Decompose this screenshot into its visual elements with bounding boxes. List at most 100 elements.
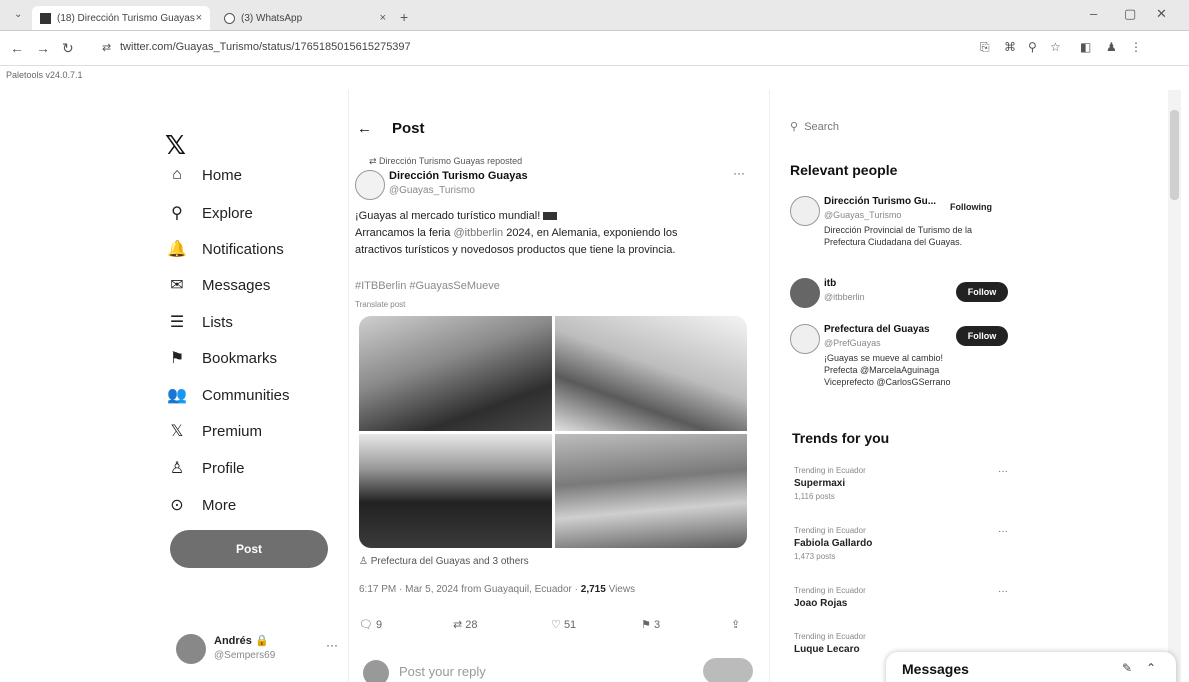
forward-arrow-icon[interactable]: →: [36, 40, 50, 56]
heart-icon: ♡: [551, 619, 561, 631]
search-icon: ⚲: [790, 121, 799, 133]
profile-icon[interactable]: ♟: [1106, 40, 1117, 54]
cast-icon[interactable]: ⎘: [980, 40, 990, 55]
post-text: ¡Guayas al mercado turístico mundial! Ar…: [355, 208, 725, 259]
browser-menu-icon[interactable]: ⋮: [1130, 40, 1142, 54]
post-text-line: ¡Guayas al mercado turístico mundial!: [355, 210, 541, 222]
url-field[interactable]: twitter.com/Guayas_Turismo/status/176518…: [120, 41, 411, 53]
trend-name: Fabiola Gallardo: [794, 538, 873, 549]
list-icon: ☰: [169, 314, 185, 331]
person-name: Prefectura del Guayas: [824, 324, 930, 335]
tab-close-icon[interactable]: ×: [380, 12, 386, 24]
author-name[interactable]: Dirección Turismo Guayas: [389, 170, 528, 182]
avatar[interactable]: [355, 170, 385, 200]
close-window-button[interactable]: ✕: [1156, 6, 1167, 22]
post-button[interactable]: Post: [170, 530, 328, 568]
post-photo[interactable]: [554, 433, 747, 548]
hashtag-links[interactable]: #ITBBerlin #GuayasSeMueve: [355, 280, 500, 292]
sidebar-item-messages[interactable]: ✉ Messages: [166, 275, 270, 295]
sidebar-item-explore[interactable]: ⚲ Explore: [166, 203, 253, 223]
minimize-button[interactable]: –: [1090, 6, 1097, 21]
trend-item[interactable]: Trending in Ecuador Fabiola Gallardo 1,4…: [794, 526, 1014, 570]
messages-drawer[interactable]: Messages ✎ ⌃: [886, 652, 1176, 682]
back-arrow-icon[interactable]: ←: [10, 40, 24, 56]
zoom-icon[interactable]: ⚲: [1028, 40, 1037, 54]
sidebar-item-communities[interactable]: 👥 Communities: [166, 385, 290, 405]
repost-count: 28: [465, 619, 478, 631]
reply-submit-button[interactable]: [703, 658, 753, 682]
new-tab-button[interactable]: +: [400, 9, 408, 25]
person-bio: ¡Guayas se mueve al cambio! Prefecta @Ma…: [824, 353, 951, 387]
post-photo[interactable]: [554, 316, 747, 431]
site-info-icon[interactable]: ⇄: [102, 41, 111, 54]
person-card[interactable]: Dirección Turismo Gu... @Guayas_Turismo …: [790, 196, 1020, 256]
new-message-icon[interactable]: ✎: [1122, 661, 1132, 675]
share-icon: ⇪: [731, 619, 741, 631]
post-photo[interactable]: [359, 433, 552, 548]
avatar: [790, 324, 820, 354]
x-favicon-icon: [40, 12, 51, 24]
view-label: Views: [605, 584, 636, 595]
account-switcher[interactable]: Andrés 🔒 @Sempers69 ···: [176, 630, 338, 670]
trend-more-icon[interactable]: ···: [998, 466, 1008, 477]
sidepanel-icon[interactable]: ◧: [1080, 40, 1091, 54]
sidebar-item-lists[interactable]: ☰ Lists: [166, 312, 233, 332]
account-more-icon[interactable]: ···: [326, 638, 338, 652]
tab-twitter[interactable]: (18) Dirección Turismo Guayas ×: [32, 6, 210, 30]
sidebar-item-premium[interactable]: 𝕏 Premium: [166, 421, 262, 441]
view-count: 2,715: [580, 584, 606, 595]
trend-more-icon[interactable]: ···: [998, 586, 1008, 597]
reload-icon[interactable]: ↻: [62, 40, 74, 57]
scrollbar-thumb[interactable]: [1170, 110, 1179, 200]
person-card[interactable]: itb @itbberlin Follow: [790, 278, 1020, 314]
back-arrow-icon[interactable]: ←: [357, 120, 372, 137]
share-button[interactable]: ⇪: [731, 618, 740, 631]
sidebar-item-label: Premium: [202, 422, 263, 440]
reply-composer: Post your reply: [363, 658, 753, 682]
person-handle: @itbberlin: [824, 292, 865, 302]
repost-indicator[interactable]: ⇄ Dirección Turismo Guayas reposted: [369, 156, 522, 167]
sidebar-item-label: Bookmarks: [202, 349, 278, 367]
reply-button[interactable]: 🗨 9: [359, 618, 382, 631]
author-handle[interactable]: @Guayas_Turismo: [389, 185, 475, 196]
follow-button[interactable]: Follow: [956, 326, 1008, 346]
expand-chevron-icon[interactable]: ⌃: [1146, 661, 1156, 675]
main-column: ← Post ⇄ Dirección Turismo Guayas reposte…: [348, 90, 770, 682]
follow-button[interactable]: Follow: [956, 282, 1008, 302]
whatsapp-favicon-icon: [224, 12, 235, 24]
bookmark-star-icon[interactable]: ☆: [1050, 40, 1061, 54]
person-card[interactable]: Prefectura del Guayas @PrefGuayas ¡Guaya…: [790, 324, 1020, 404]
sidebar-item-bookmarks[interactable]: ⚑ Bookmarks: [166, 348, 277, 368]
post-more-icon[interactable]: ···: [733, 166, 745, 180]
tab-title: (18) Dirección Turismo Guayas: [57, 12, 195, 24]
sidebar-item-more[interactable]: ⊙ More: [166, 495, 236, 515]
reply-input[interactable]: Post your reply: [399, 664, 486, 679]
following-button[interactable]: Following: [950, 202, 992, 212]
translate-icon[interactable]: ⌘: [1004, 40, 1016, 54]
repost-button[interactable]: ⇄ 28: [453, 618, 478, 631]
bookmark-button[interactable]: ⚑ 3: [641, 618, 660, 631]
translate-post-link[interactable]: Translate post: [355, 300, 405, 309]
tab-close-icon[interactable]: ×: [196, 12, 202, 24]
avatar: [363, 660, 389, 682]
bookmark-paletools[interactable]: Paletools v24.0.7.1: [6, 70, 83, 80]
like-button[interactable]: ♡ 51: [551, 618, 576, 631]
reply-count: 9: [376, 619, 383, 631]
sidebar-item-home[interactable]: ⌂ Home: [166, 166, 242, 184]
search-input[interactable]: ⚲ Search: [790, 120, 839, 133]
trend-item[interactable]: Trending in Ecuador Joao Rojas ···: [794, 586, 1014, 616]
twitter-page: 𝕏 ⌂ Home ⚲ Explore 🔔 Notifications ✉ Mes…: [0, 90, 1189, 682]
trend-item[interactable]: Trending in Ecuador Supermaxi 1,116 post…: [794, 466, 1014, 510]
x-logo-icon[interactable]: 𝕏: [165, 130, 186, 161]
maximize-button[interactable]: ▢: [1124, 6, 1136, 22]
trend-context: Trending in Ecuador: [794, 586, 866, 595]
tab-whatsapp[interactable]: (3) WhatsApp ×: [216, 6, 394, 30]
sidebar-item-notifications[interactable]: 🔔 Notifications: [166, 239, 284, 259]
mention-link[interactable]: @itbberlin: [453, 227, 503, 239]
sidebar-item-profile[interactable]: ♙ Profile: [166, 458, 245, 478]
trend-more-icon[interactable]: ···: [998, 526, 1008, 537]
post-photo[interactable]: [359, 316, 552, 431]
tab-search-icon[interactable]: ⌄: [14, 9, 22, 20]
communities-icon: 👥: [167, 387, 187, 404]
tagged-users[interactable]: ♙ Prefectura del Guayas and 3 others: [359, 556, 529, 567]
